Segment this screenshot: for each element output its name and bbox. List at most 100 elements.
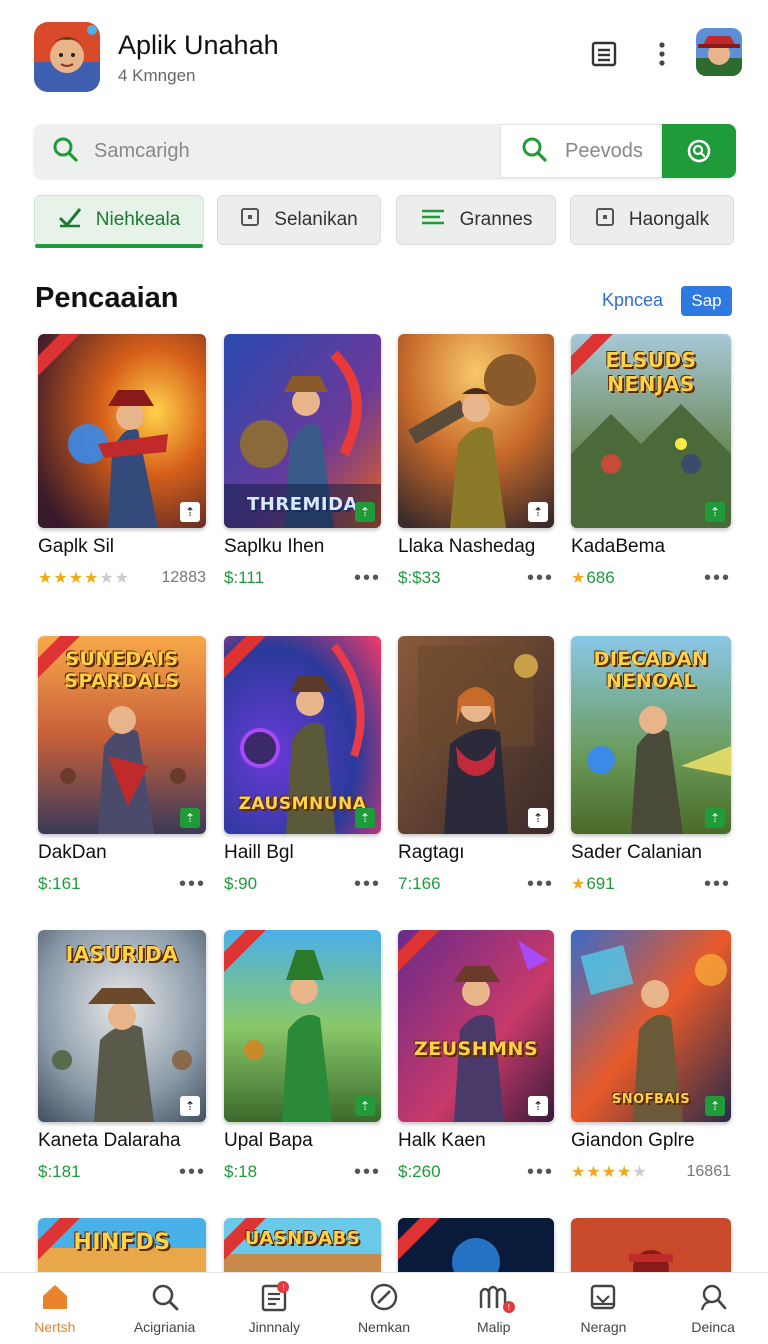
game-thumbnail[interactable]: SUNEDAIS SPARDALS ⇡ (38, 636, 206, 834)
game-art-title: DIECADAN NENOAL (593, 648, 709, 692)
search-icon (150, 1282, 180, 1315)
game-price: ★691 (571, 874, 615, 893)
pin-icon: ⇡ (180, 502, 200, 522)
game-name: Halk Kaen (398, 1130, 486, 1151)
game-price: $:18 (224, 1162, 258, 1181)
game-thumbnail[interactable]: ⇡ (398, 636, 554, 834)
game-thumbnail[interactable]: IASURIDA ⇡ (38, 930, 206, 1122)
more-horizontal-icon[interactable]: ••• (354, 874, 381, 894)
game-thumbnail[interactable] (571, 1218, 731, 1278)
game-thumbnail[interactable]: ⇡ (398, 334, 554, 528)
game-meta: $:111 ••• (224, 568, 381, 588)
more-horizontal-icon[interactable]: ••• (179, 874, 206, 894)
more-horizontal-icon[interactable]: ••• (704, 568, 731, 588)
pin-icon: ⇡ (705, 808, 725, 828)
game-card[interactable] (571, 1218, 731, 1278)
game-name: Kaneta Dalaraha (38, 1130, 181, 1151)
game-card[interactable]: ⇡ Ragtagı 7:166 ••• (398, 636, 554, 894)
game-card[interactable]: DIECADAN NENOAL ⇡ Sader Calanian ★691 ••… (571, 636, 731, 894)
nav-item-library[interactable]: ! Malip (439, 1273, 549, 1344)
more-horizontal-icon[interactable]: ••• (354, 1162, 381, 1182)
game-meta: $:$33 ••• (398, 568, 554, 588)
nav-item-explore[interactable]: Nemkan (329, 1273, 439, 1344)
game-art-title: IASURIDA (65, 942, 179, 966)
game-name: Upal Bapa (224, 1130, 313, 1151)
game-meta: $:260 ••• (398, 1162, 554, 1182)
pin-icon: ⇡ (705, 1096, 725, 1116)
game-name: KadaBema (571, 536, 666, 557)
game-meta: 7:166 ••• (398, 874, 554, 894)
star-rating: ★★★★★ (571, 1164, 648, 1181)
more-horizontal-icon[interactable]: ••• (354, 568, 381, 588)
bottom-navigation: Nertsh Acigriania ! Jinnnaly Nemkan ! Ma… (0, 1272, 768, 1344)
game-name: Giandon Gplre (571, 1130, 695, 1151)
game-card[interactable] (398, 1218, 554, 1278)
nav-label: Malip (477, 1319, 511, 1335)
pin-icon: ⇡ (180, 808, 200, 828)
more-horizontal-icon[interactable]: ••• (527, 1162, 554, 1182)
game-card[interactable]: UASNDABS (224, 1218, 381, 1278)
game-art-title: UASNDABS (244, 1228, 361, 1249)
game-thumbnail[interactable]: DIECADAN NENOAL ⇡ (571, 636, 731, 834)
compass-icon (369, 1282, 399, 1315)
game-card[interactable]: ⇡ Upal Bapa $:18 ••• (224, 930, 381, 1182)
game-card[interactable]: ELSUDS NENJAS ⇡ KadaBema ★686 ••• (571, 334, 731, 588)
user-search-icon (698, 1282, 728, 1315)
pin-icon: ⇡ (528, 502, 548, 522)
game-card[interactable]: SNOFBAIS ⇡ Giandon Gplre ★★★★★ 16861 (571, 930, 731, 1182)
game-card[interactable]: ⇡ Gaplk Sil ★★★★★★ 12883 (38, 334, 206, 588)
pin-icon: ⇡ (180, 1096, 200, 1116)
rating-count: 12883 (161, 569, 207, 586)
game-art-title: ELSUDS NENJAS (605, 348, 697, 396)
game-price: $:260 (398, 1162, 441, 1181)
game-card[interactable]: THREMIDA ⇡ Saplku Ihen $:111 ••• (224, 334, 381, 588)
game-thumbnail[interactable]: SNOFBAIS ⇡ (571, 930, 731, 1122)
rating-count: 16861 (686, 1163, 732, 1180)
game-thumbnail[interactable]: ELSUDS NENJAS ⇡ (571, 334, 731, 528)
nav-item-inbox[interactable]: Neragn (549, 1273, 659, 1344)
game-name: Haill Bgl (224, 842, 294, 863)
game-thumbnail[interactable]: HINFDS (38, 1218, 206, 1278)
nav-item-journal[interactable]: ! Jinnnaly (219, 1273, 329, 1344)
pin-icon: ⇡ (705, 502, 725, 522)
game-meta: $:18 ••• (224, 1162, 381, 1182)
game-card[interactable]: SUNEDAIS SPARDALS ⇡ DakDan $:161 ••• (38, 636, 206, 894)
pin-icon: ⇡ (355, 1096, 375, 1116)
more-horizontal-icon[interactable]: ••• (527, 568, 554, 588)
pin-icon: ⇡ (355, 502, 375, 522)
game-grid: ⇡ Gaplk Sil ★★★★★★ 12883 THREMIDA ⇡ Sapl… (0, 0, 768, 1344)
nav-item-home[interactable]: Nertsh (0, 1273, 110, 1344)
game-card[interactable]: ⇡ Llaka Nashedag $:$33 ••• (398, 334, 554, 588)
nav-label: Jinnnaly (248, 1319, 300, 1335)
game-price: $:181 (38, 1162, 81, 1181)
game-name: Gaplk Sil (38, 536, 115, 557)
nav-label: Nertsh (34, 1319, 76, 1335)
game-card[interactable]: ZEUSHMNS ⇡ Halk Kaen $:260 ••• (398, 930, 554, 1182)
more-horizontal-icon[interactable]: ••• (704, 874, 731, 894)
game-price: $:90 (224, 874, 258, 893)
game-thumbnail[interactable]: ZAUSMNUNA ⇡ (224, 636, 381, 834)
game-card[interactable]: HINFDS (38, 1218, 206, 1278)
game-thumbnail[interactable]: UASNDABS (224, 1218, 381, 1278)
game-thumbnail[interactable]: ⇡ (38, 334, 206, 528)
game-card[interactable]: IASURIDA ⇡ Kaneta Dalaraha $:181 ••• (38, 930, 206, 1182)
more-horizontal-icon[interactable]: ••• (527, 874, 554, 894)
notification-badge: ! (502, 1301, 515, 1313)
game-meta: ★★★★★ 16861 (571, 1162, 731, 1182)
more-horizontal-icon[interactable]: ••• (179, 1162, 206, 1182)
game-price: $:111 (224, 568, 265, 587)
game-thumbnail[interactable]: THREMIDA ⇡ (224, 334, 381, 528)
game-name: Saplku Ihen (224, 536, 325, 557)
pin-icon: ⇡ (528, 808, 548, 828)
game-art-title: SUNEDAIS SPARDALS (64, 648, 180, 692)
game-art-title: HINFDS (73, 1230, 171, 1255)
game-meta: ★686 ••• (571, 568, 731, 588)
game-name: Ragtagı (398, 842, 465, 863)
pin-icon: ⇡ (355, 808, 375, 828)
nav-item-search[interactable]: Acigriania (110, 1273, 220, 1344)
game-card[interactable]: ZAUSMNUNA ⇡ Haill Bgl $:90 ••• (224, 636, 381, 894)
game-thumbnail[interactable]: ZEUSHMNS ⇡ (398, 930, 554, 1122)
game-thumbnail[interactable] (398, 1218, 554, 1278)
game-thumbnail[interactable]: ⇡ (224, 930, 381, 1122)
nav-item-profile[interactable]: Deinca (658, 1273, 768, 1344)
